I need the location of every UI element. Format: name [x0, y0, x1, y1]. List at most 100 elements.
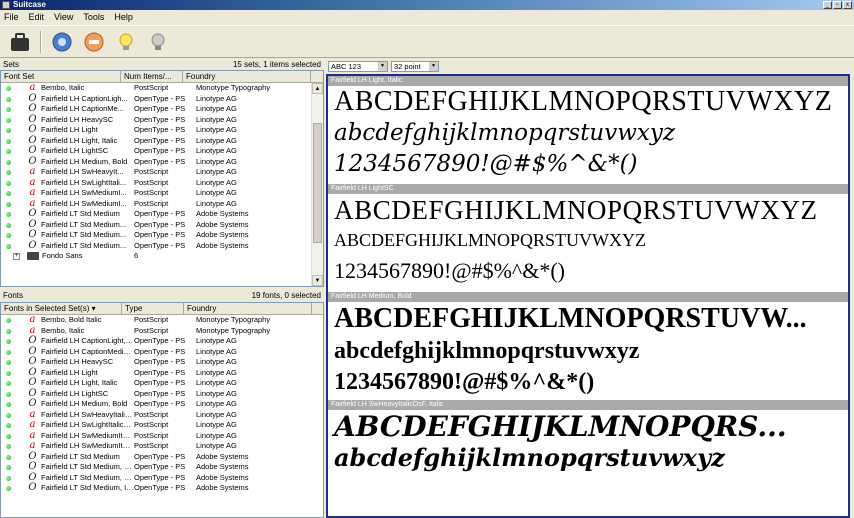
table-row[interactable]: O Fairfield LH LightSC OpenType - PS Linoty… — [1, 388, 323, 400]
table-row[interactable]: a Fairfield LH SwLightItali... PostScript L… — [1, 177, 323, 189]
activation-status-icon[interactable] — [1, 209, 27, 220]
suitcase-button[interactable] — [8, 30, 32, 54]
col-foundry[interactable]: Foundry — [183, 71, 311, 82]
activation-status-icon[interactable] — [1, 420, 27, 431]
menu-edit[interactable]: Edit — [29, 12, 45, 22]
expand-icon[interactable]: + — [13, 252, 20, 260]
col-num-items[interactable]: Num Items/... — [121, 71, 183, 82]
scroll-down-arrow[interactable]: ▼ — [312, 275, 323, 286]
table-row[interactable]: O Fairfield LH Medium, Bold OpenType - PS L… — [1, 156, 323, 168]
activation-status-icon[interactable] — [1, 462, 27, 473]
table-row[interactable]: O Fairfield LH CaptionLigh... OpenType - P… — [1, 93, 323, 105]
deactivate-button[interactable] — [82, 30, 106, 54]
activation-status-icon[interactable] — [1, 199, 27, 210]
activation-status-icon[interactable] — [1, 399, 27, 410]
table-row[interactable]: O Fairfield LH CaptionLight, It... OpenTyp… — [1, 335, 323, 347]
table-row[interactable]: O Fairfield LT Std Medium, Bold OpenType -… — [1, 461, 323, 473]
table-row[interactable]: O Fairfield LH Light OpenType - PS Linotype… — [1, 124, 323, 136]
activation-status-icon[interactable] — [1, 94, 27, 105]
table-row[interactable]: O Fairfield LH CaptionMe... OpenType - PS L… — [1, 103, 323, 115]
table-row[interactable]: a Fairfield LH SwHeavyIt... PostScript Lino… — [1, 166, 323, 178]
activation-status-icon[interactable] — [1, 452, 27, 463]
table-row[interactable]: a Fairfield LH SwMediumItalic... PostScrip… — [1, 430, 323, 442]
table-row[interactable]: O Fairfield LH Light OpenType - PS Linotype… — [1, 367, 323, 379]
activation-status-icon[interactable] — [1, 473, 27, 484]
activation-status-icon[interactable] — [1, 368, 27, 379]
table-row[interactable]: O Fairfield LH HeavySC OpenType - PS Linoty… — [1, 356, 323, 368]
activation-status-icon[interactable] — [1, 389, 27, 400]
temporary-activate-button[interactable] — [114, 30, 138, 54]
activation-status-icon[interactable] — [1, 336, 27, 347]
table-row[interactable]: O Fairfield LH CaptionMedium... OpenType -… — [1, 346, 323, 358]
table-row[interactable]: a Fairfield LH SwMediumI... PostScript Lino… — [1, 198, 323, 210]
activation-status-icon[interactable] — [1, 410, 27, 421]
col-font-set[interactable]: Font Set — [1, 71, 121, 82]
activation-status-icon[interactable] — [1, 83, 27, 94]
activation-status-icon[interactable] — [1, 104, 27, 115]
menu-view[interactable]: View — [54, 12, 73, 22]
table-row[interactable]: O Fairfield LT Std Medium... OpenType - PS… — [1, 229, 323, 241]
maximize-button[interactable]: ▫ — [833, 1, 842, 9]
activate-button[interactable] — [50, 30, 74, 54]
table-row[interactable]: O Fairfield LT Std Medium, Bo... OpenType … — [1, 472, 323, 484]
scroll-up-arrow[interactable]: ▲ — [312, 83, 323, 94]
sets-group-row[interactable]: + Fondo Sans 6 — [1, 251, 323, 262]
font-type: PostScript — [134, 409, 169, 419]
table-row[interactable]: a Fairfield LH SwLightItalicOs... PostScri… — [1, 419, 323, 431]
activation-status-icon[interactable] — [1, 347, 27, 358]
table-row[interactable]: O Fairfield LT Std Medium... OpenType - PS… — [1, 240, 323, 252]
chevron-down-icon[interactable]: ▼ — [378, 61, 387, 71]
chevron-down-icon[interactable]: ▼ — [429, 61, 438, 71]
sample-text-dropdown[interactable]: ABC 123 ▼ — [328, 60, 388, 72]
table-row[interactable]: a Fairfield LH SwMediumI... PostScript Lino… — [1, 187, 323, 199]
table-row[interactable]: O Fairfield LH LightSC OpenType - PS Linoty… — [1, 145, 323, 157]
activation-status-icon[interactable] — [1, 241, 27, 252]
table-row[interactable]: O Fairfield LT Std Medium OpenType - PS Ado… — [1, 208, 323, 220]
table-row[interactable]: a Bembo, Italic PostScript Monotype Typogra… — [1, 325, 323, 337]
activation-status-icon[interactable] — [1, 167, 27, 178]
activation-status-icon[interactable] — [1, 230, 27, 241]
activation-status-icon[interactable] — [1, 378, 27, 389]
table-row[interactable]: O Fairfield LT Std Medium, Italic OpenType… — [1, 482, 323, 494]
activation-status-icon[interactable] — [1, 115, 27, 126]
table-row[interactable]: O Fairfield LH Light, Italic OpenType - PS… — [1, 377, 323, 389]
table-row[interactable]: O Fairfield LH HeavySC OpenType - PS Linoty… — [1, 114, 323, 126]
activation-status-icon[interactable] — [1, 178, 27, 189]
table-row[interactable]: O Fairfield LT Std Medium OpenType - PS Ado… — [1, 451, 323, 463]
close-button[interactable]: x — [843, 1, 852, 9]
table-row[interactable]: O Fairfield LH Medium, Bold OpenType - PS L… — [1, 398, 323, 410]
point-size-dropdown[interactable]: 32 point ▼ — [391, 60, 439, 72]
sets-list[interactable]: Font Set Num Items/... Foundry a Bembo, I… — [0, 70, 324, 287]
activation-status-icon[interactable] — [1, 483, 27, 494]
activation-status-icon[interactable] — [1, 125, 27, 136]
permanent-activate-button[interactable] — [146, 30, 170, 54]
col-type[interactable]: Type — [122, 303, 184, 314]
activation-status-icon[interactable] — [1, 441, 27, 452]
table-row[interactable]: a Fairfield LH SwHeavyItalic... PostScript… — [1, 409, 323, 421]
activation-status-icon[interactable] — [1, 146, 27, 157]
menu-tools[interactable]: Tools — [83, 12, 104, 22]
activation-status-icon[interactable] — [1, 326, 27, 337]
table-row[interactable]: a Bembo, Bold Italic PostScript Monotype Ty… — [1, 314, 323, 326]
sets-scrollbar[interactable]: ▲ ▼ — [311, 83, 323, 286]
table-row[interactable]: O Fairfield LT Std Medium... OpenType - PS… — [1, 219, 323, 231]
menu-file[interactable]: File — [4, 12, 19, 22]
menu-help[interactable]: Help — [114, 12, 133, 22]
activation-status-icon[interactable] — [1, 188, 27, 199]
scroll-thumb[interactable] — [313, 123, 322, 243]
activation-status-icon[interactable] — [1, 220, 27, 231]
table-row[interactable]: a Bembo, Italic PostScript Monotype Typogra… — [1, 82, 323, 94]
activation-status-icon[interactable] — [1, 431, 27, 442]
activation-status-icon[interactable] — [1, 315, 27, 326]
preview-block-lightsc: Fairfield LH LightSC ABCDEFGHIJKLMNOPQRS… — [328, 184, 848, 288]
col-fonts-in-set[interactable]: Fonts in Selected Set(s) ▾ — [1, 303, 122, 314]
table-row[interactable]: a Fairfield LH SwMediumItalic... PostScrip… — [1, 440, 323, 452]
table-row[interactable]: O Fairfield LH Light, Italic OpenType - PS… — [1, 135, 323, 147]
col-fonts-foundry[interactable]: Foundry — [184, 303, 312, 314]
activation-status-icon[interactable] — [1, 136, 27, 147]
font-name: Fairfield LH Light, Italic — [41, 135, 118, 145]
activation-status-icon[interactable] — [1, 157, 27, 168]
minimize-button[interactable]: _ — [823, 1, 832, 9]
activation-status-icon[interactable] — [1, 357, 27, 368]
fonts-list[interactable]: Fonts in Selected Set(s) ▾ Type Foundry … — [0, 302, 324, 518]
